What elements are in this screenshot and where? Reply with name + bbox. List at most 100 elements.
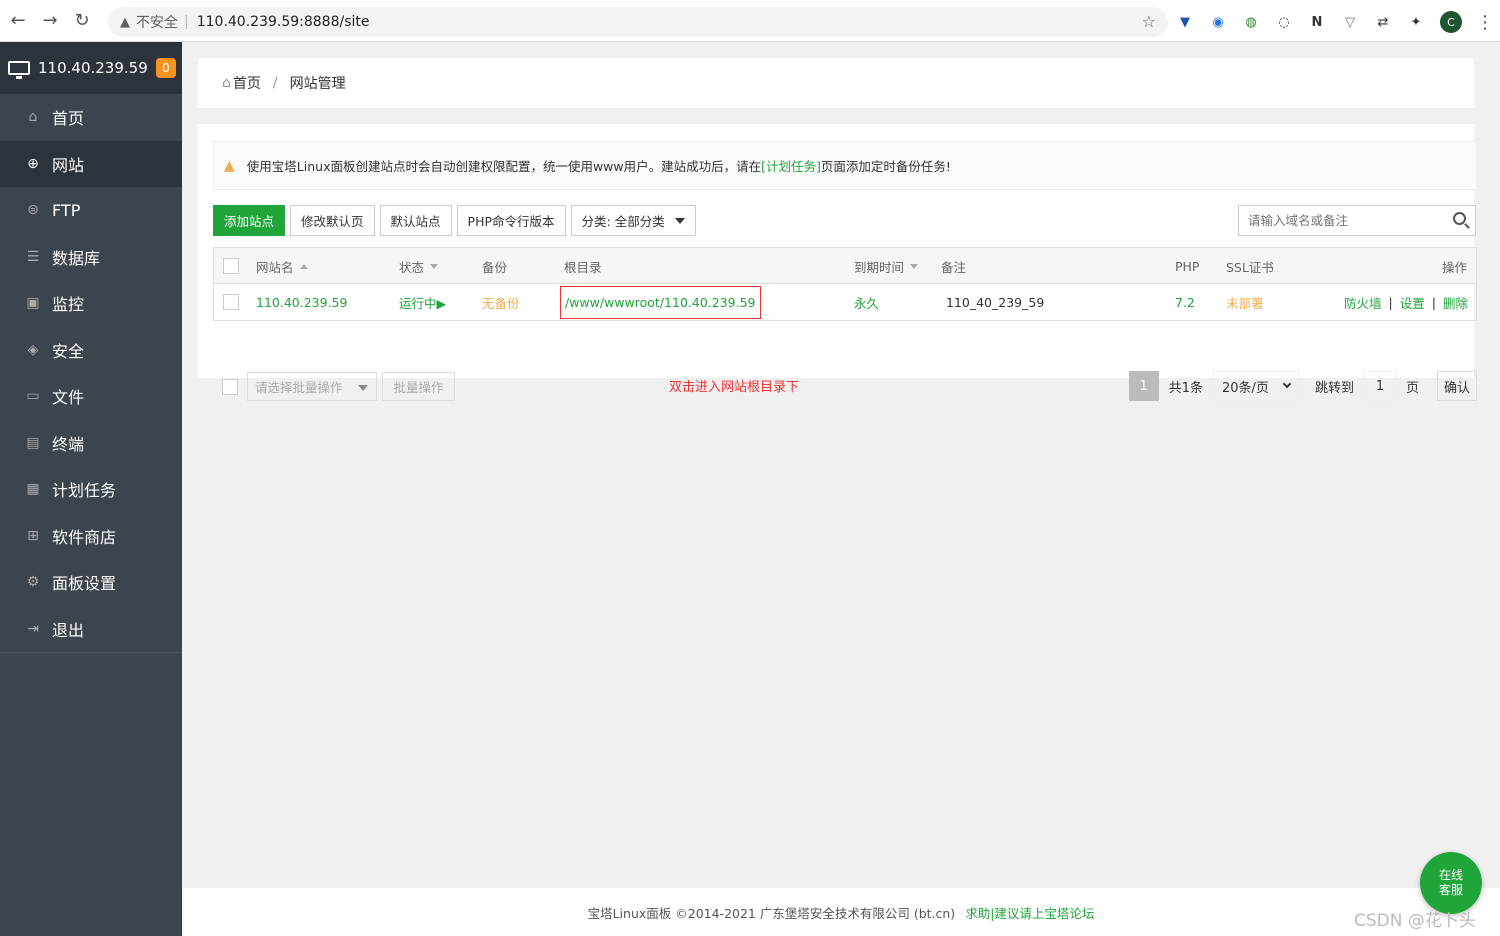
profile-avatar[interactable]: C [1440,11,1462,33]
breadcrumb-home[interactable]: 首页 [233,73,261,93]
sidebar-item-label: FTP [52,200,81,220]
site-status-toggle[interactable]: 运行中▶ [399,284,446,320]
copyright-text: 宝塔Linux面板 ©2014-2021 广东堡塔安全技术有限公司 (bt.cn… [587,905,956,921]
address-bar[interactable]: ▲ 不安全 | 110.40.239.59:8888/site ☆ [108,7,1168,37]
jump-label: 跳转到 [1314,380,1354,396]
extension-vue-icon[interactable]: ▽ [1337,9,1363,35]
watermark: CSDN @花卜头 [1354,911,1476,931]
extension-globe-icon[interactable]: ◍ [1238,9,1264,35]
firewall-link[interactable]: 防火墙 [1344,293,1382,312]
home-icon: ⌂ [222,75,231,91]
site-search[interactable] [1238,205,1476,236]
extensions-area: ▼ ◉ ◍ ◌ N ▽ ⇄ ✦ C ⋮ [1172,7,1494,37]
batch-operation-button[interactable]: 批量操作 [382,372,455,401]
extension-code-icon[interactable]: ◌ [1271,9,1297,35]
monitor-icon: ▣ [26,295,40,312]
sidebar-item-home[interactable]: ⌂ 首页 [0,94,182,141]
row-checkbox[interactable] [223,294,239,310]
page-current[interactable]: 1 [1128,371,1159,401]
online-support-button[interactable]: 在线 客服 [1420,852,1482,914]
shield-icon: ◈ [27,341,39,358]
sidebar-item-website[interactable]: ⊕ 网站 [0,140,182,187]
batch-operation-select[interactable]: 请选择批量操作 [247,372,377,401]
sidebar-item-security[interactable]: ◈ 安全 [0,327,182,374]
back-arrow-icon[interactable]: ← [4,7,32,35]
sidebar-item-ftp[interactable]: ⊜ FTP [0,187,182,234]
delete-link[interactable]: 删除 [1443,293,1468,312]
select-all-checkbox[interactable] [223,258,239,274]
sidebar-item-monitor[interactable]: ▣ 监控 [0,280,182,327]
site-ssl-status[interactable]: 未部署 [1226,284,1264,320]
page-unit: 页 [1405,380,1419,396]
notice-text-end: 页面添加定时备份任务! [820,159,951,174]
reload-icon[interactable]: ↻ [68,7,96,35]
extension-network-icon[interactable]: ⇄ [1370,9,1396,35]
site-root-link[interactable]: /www/wwwroot/110.40.239.59 [560,285,761,319]
extension-notion-icon[interactable]: N [1304,9,1330,35]
site-php-version[interactable]: 7.2 [1175,284,1195,320]
sidebar-item-label: 数据库 [52,248,101,268]
sidebar-item-store[interactable]: ⊞ 软件商店 [0,513,182,560]
header-backup: 备份 [482,259,508,275]
header-expire-label: 到期时间 [854,259,905,275]
pagination: 1 共1条 20条/页 跳转到 1 页 确认 [1128,371,1477,401]
sidebar-item-database[interactable]: ☰ 数据库 [0,234,182,281]
breadcrumb-separator: / [272,75,278,91]
category-select[interactable]: 分类: 全部分类 [570,205,696,236]
page-total: 共1条 [1168,380,1203,396]
server-monitor-icon [8,61,30,79]
sidebar-item-settings[interactable]: ⚙ 面板设置 [0,559,182,606]
url-text[interactable]: 110.40.239.59:8888/site [197,14,370,30]
batch-checkbox[interactable] [222,379,238,395]
logout-icon: ⇥ [27,620,39,637]
add-site-button[interactable]: 添加站点 [213,205,286,236]
bookmark-star-icon[interactable]: ☆ [1142,12,1156,31]
table-header: 网站名 状态 备份 根目录 到期时间 备注 PHP SSL证书 操作 [214,248,1476,284]
default-site-button[interactable]: 默认站点 [379,205,452,236]
browser-menu-icon[interactable]: ⋮ [1476,12,1494,33]
category-select-value: 分类: 全部分类 [581,214,665,229]
php-cli-version-button[interactable]: PHP命令行版本 [456,205,566,236]
per-page-value: 20条/页 [1221,380,1269,396]
folder-icon: ▭ [26,388,40,405]
forum-link[interactable]: 求助|建议请上宝塔论坛 [965,903,1094,922]
forward-arrow-icon[interactable]: → [36,7,64,35]
header-name[interactable]: 网站名 [256,248,308,284]
sidebar-item-logout[interactable]: ⇥ 退出 [0,606,182,653]
table-footer: 请选择批量操作 批量操作 双击进入网站根目录下 1 共1条 20条/页 跳转到 … [213,371,1477,403]
message-badge[interactable]: 0 [156,58,176,78]
extension-v-icon[interactable]: ▼ [1172,9,1198,35]
sidebar-item-label: 监控 [52,295,85,315]
grid-icon: ⊞ [27,527,39,544]
settings-link[interactable]: 设置 [1400,293,1425,312]
address-separator: | [184,14,189,30]
jump-confirm-button[interactable]: 确认 [1437,371,1477,401]
jump-page-input[interactable]: 1 [1363,371,1396,401]
main-content: ⌂ 首页 / 网站管理 ▲ 使用宝塔Linux面板创建站点时会自动创建权限配置，… [182,42,1500,936]
annotation-hint: 双击进入网站根目录下 [669,380,800,395]
search-icon[interactable] [1453,212,1466,225]
sidebar-item-label: 面板设置 [52,574,117,594]
site-backup-link[interactable]: 无备份 [482,284,520,320]
sort-desc-icon [910,263,919,269]
header-status[interactable]: 状态 [399,248,439,284]
site-expire[interactable]: 永久 [854,284,879,320]
search-input[interactable] [1248,213,1438,228]
cron-task-link[interactable]: [计划任务] [761,156,821,175]
sidebar-item-terminal[interactable]: ▤ 终端 [0,420,182,467]
extension-g-icon[interactable]: ◉ [1205,9,1231,35]
site-name-link[interactable]: 110.40.239.59 [256,284,347,320]
header-expire[interactable]: 到期时间 [854,248,919,284]
header-ops: 操作 [1442,259,1468,275]
edit-default-page-button[interactable]: 修改默认页 [290,205,375,236]
sort-asc-icon [299,263,308,269]
site-panel: ▲ 使用宝塔Linux面板创建站点时会自动创建权限配置，统一使用www用户。建站… [198,124,1477,401]
site-note[interactable]: 110_40_239_59 [946,284,1044,320]
per-page-select[interactable]: 20条/页 [1212,371,1299,401]
sidebar-item-label: 文件 [52,388,85,408]
sidebar-item-files[interactable]: ▭ 文件 [0,373,182,420]
extensions-puzzle-icon[interactable]: ✦ [1403,9,1429,35]
sidebar-item-cron[interactable]: ▦ 计划任务 [0,466,182,513]
sort-desc-icon [430,263,439,269]
chevron-down-icon [1282,379,1292,389]
